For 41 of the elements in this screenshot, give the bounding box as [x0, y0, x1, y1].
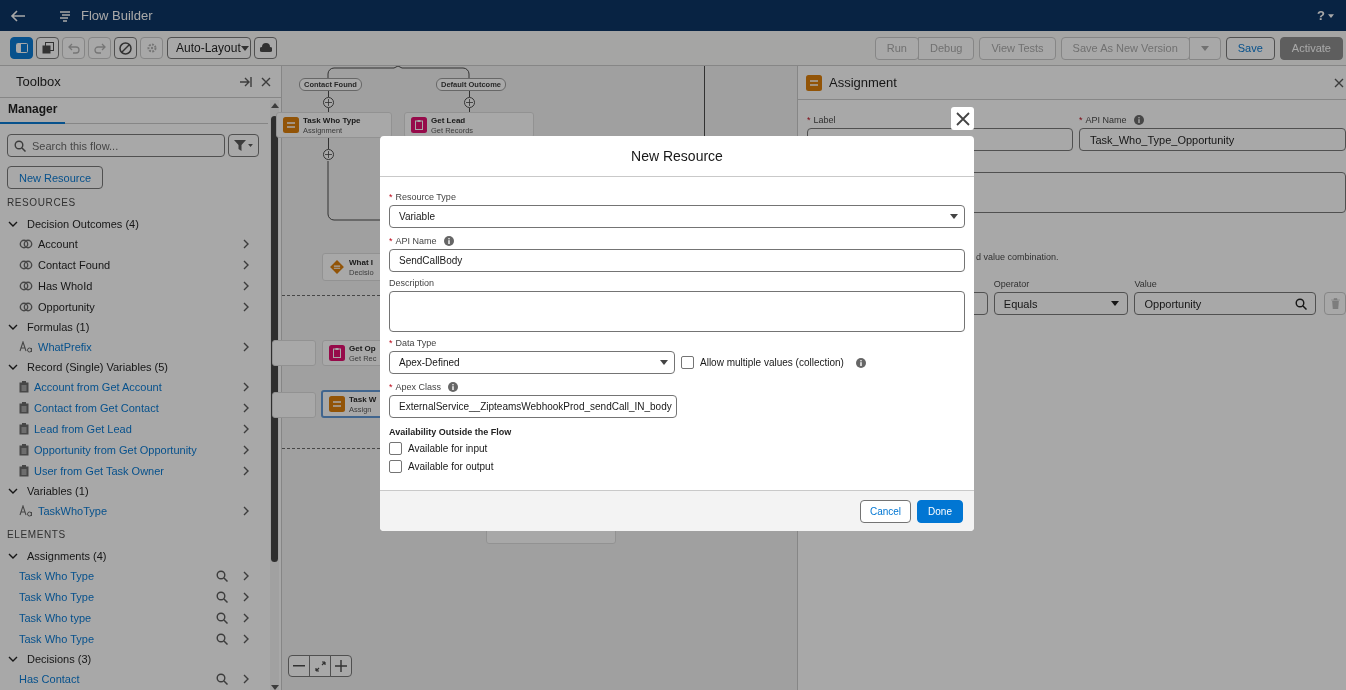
group-label: Variables (1)	[27, 484, 89, 497]
select-value: Variable	[399, 211, 435, 222]
node-title: Task W	[349, 394, 377, 404]
section-heading: RESOURCES	[6, 196, 77, 210]
panel-title: Toolbox	[16, 74, 61, 89]
group-label: Decisions (3)	[27, 652, 92, 665]
help-text: d value combination.	[975, 252, 1060, 262]
checkbox-label: Available for output	[408, 461, 494, 472]
node-title: Task Who Type	[303, 115, 361, 125]
node-title: Get Lead	[431, 115, 467, 125]
field-label: Apex Class	[395, 382, 442, 392]
group-label: Assignments (4)	[27, 549, 107, 562]
required-mark: *	[807, 115, 811, 125]
node-title: Get Op	[349, 343, 377, 353]
checkbox-label: Available for input	[408, 443, 488, 454]
section-heading: ELEMENTS	[6, 528, 67, 542]
field-label: API Name	[395, 236, 437, 246]
required-mark: *	[389, 192, 393, 202]
field-label: Operator	[993, 279, 1031, 289]
required-mark: *	[1079, 115, 1083, 125]
required-mark: *	[389, 382, 393, 392]
select-value: Apex-Defined	[399, 357, 460, 368]
field-label: Label	[813, 115, 836, 125]
field-label: API Name	[1085, 115, 1127, 125]
field-label: Resource Type	[395, 192, 456, 202]
group-label: Formulas (1)	[27, 320, 90, 333]
panel-title: Assignment	[829, 75, 897, 90]
group-label: Decision Outcomes (4)	[27, 217, 139, 230]
group-label: Record (Single) Variables (5)	[27, 360, 169, 373]
checkbox-label: Allow multiple values (collection)	[700, 357, 844, 368]
select-value: Equals	[1003, 297, 1038, 310]
field-value: Opportunity	[1144, 297, 1202, 310]
field-label: Data Type	[395, 338, 437, 348]
field-label: Value	[1134, 279, 1158, 289]
dialog-title: New Resource	[380, 136, 974, 177]
required-mark: *	[389, 338, 393, 348]
field-label: Description	[389, 278, 435, 288]
app-title: Flow Builder	[81, 8, 153, 23]
required-mark: *	[389, 236, 393, 246]
section-heading: Availability Outside the Flow	[389, 427, 513, 437]
node-title: What I	[349, 257, 374, 267]
